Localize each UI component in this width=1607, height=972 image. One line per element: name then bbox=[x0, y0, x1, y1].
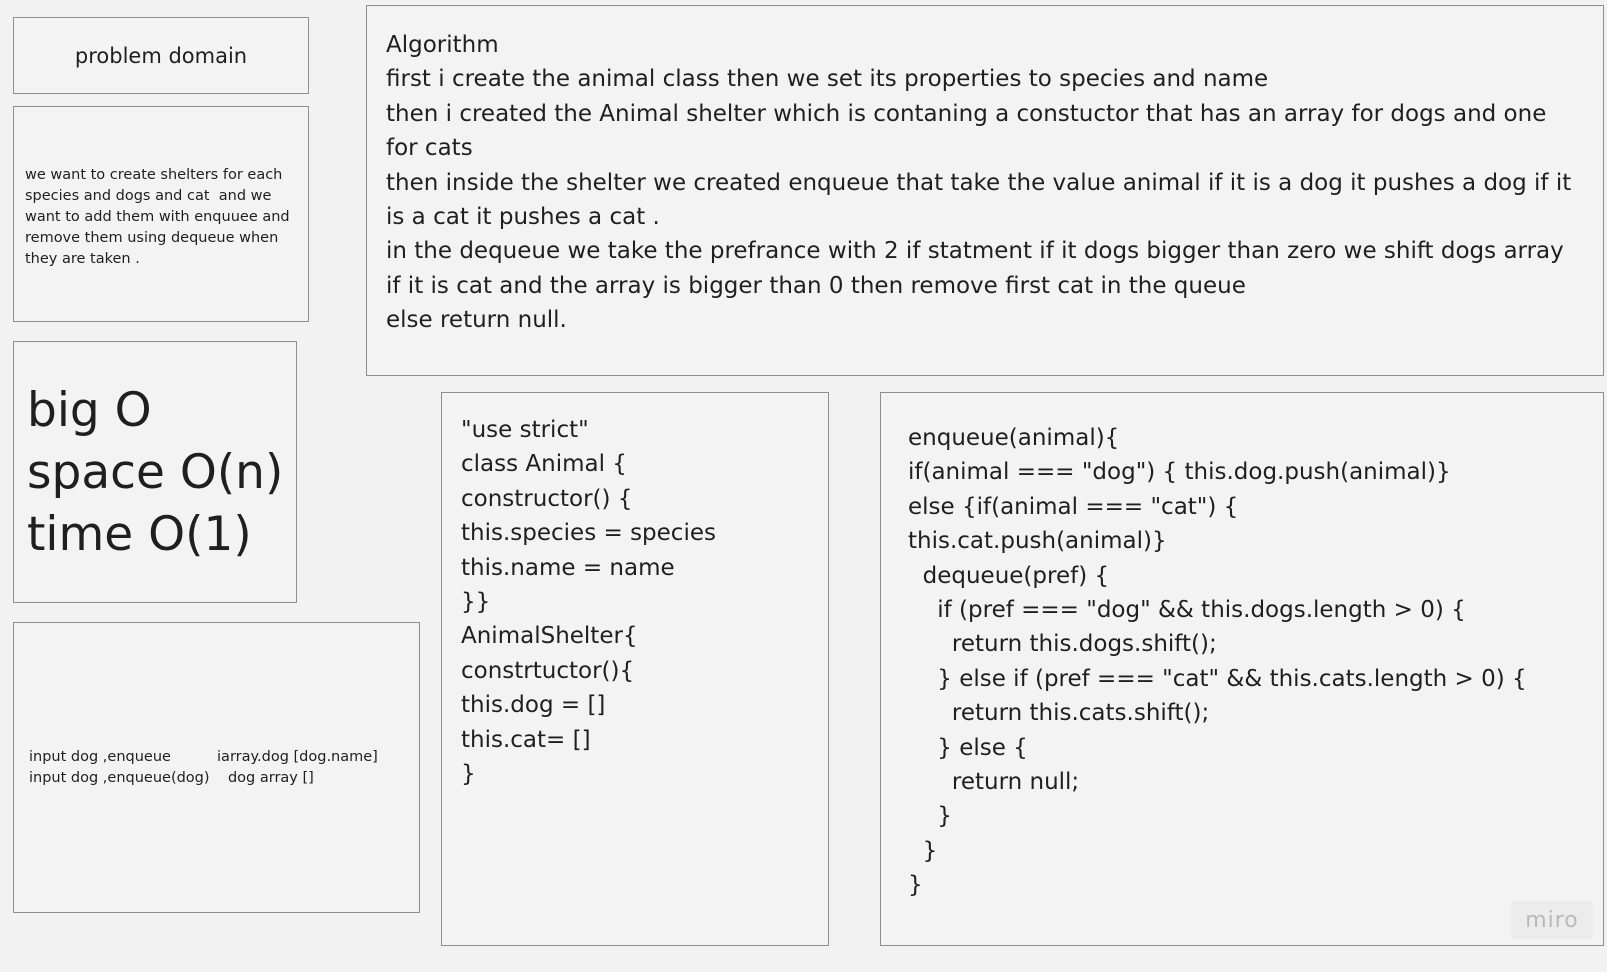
big-o-heading: big O bbox=[27, 383, 152, 438]
code-line: AnimalShelter{ bbox=[461, 623, 638, 650]
code-line: this.dog = [] bbox=[461, 692, 606, 719]
code-line: constructor() { bbox=[461, 485, 633, 512]
code-line: } else { bbox=[908, 734, 1028, 761]
code-line: else {if(animal === "cat") { bbox=[908, 493, 1239, 520]
code-line: if(animal === "dog") { this.dog.push(ani… bbox=[908, 459, 1451, 486]
description-line: they are taken . bbox=[25, 251, 140, 267]
code-line: this.cat= [] bbox=[461, 726, 591, 753]
algorithm-line: in the dequeue we take the prefrance wit… bbox=[386, 238, 1564, 265]
code-line: } else if (pref === "cat" && this.cats.l… bbox=[908, 665, 1527, 692]
algorithm-line: if it is cat and the array is bigger tha… bbox=[386, 272, 1246, 299]
problem-domain-card[interactable]: problem domain bbox=[13, 17, 309, 94]
io-line: input dog ,enqueue iarray.dog [dog.name] bbox=[29, 749, 378, 765]
code-line: } bbox=[908, 837, 938, 864]
miro-logo: miro bbox=[1511, 901, 1593, 939]
code-line: if (pref === "dog" && this.dogs.length >… bbox=[908, 597, 1466, 624]
code-line: return this.cats.shift(); bbox=[908, 700, 1210, 727]
algorithm-line: first i create the animal class then we … bbox=[386, 66, 1269, 93]
space-complexity: space O(n) bbox=[27, 445, 284, 500]
code-line: return this.dogs.shift(); bbox=[908, 631, 1217, 658]
big-o-card[interactable]: big O space O(n) time O(1) bbox=[13, 341, 297, 603]
code-line: this.cat.push(animal)} bbox=[908, 528, 1167, 555]
input-output-card[interactable]: input dog ,enqueue iarray.dog [dog.name]… bbox=[13, 622, 420, 913]
code-line: class Animal { bbox=[461, 451, 627, 478]
class-code-card[interactable]: "use strict" class Animal { constructor(… bbox=[441, 392, 829, 946]
code-line: return null; bbox=[908, 769, 1080, 796]
algorithm-line: is a cat it pushes a cat . bbox=[386, 204, 660, 231]
io-line: input dog ,enqueue(dog) dog array [] bbox=[29, 770, 314, 786]
time-complexity: time O(1) bbox=[27, 507, 252, 562]
algorithm-card[interactable]: Algorithm first i create the animal clas… bbox=[366, 5, 1604, 376]
description-line: species and dogs and cat and we bbox=[25, 188, 272, 204]
algorithm-line: else return null. bbox=[386, 307, 567, 334]
algorithm-line: then inside the shelter we created enque… bbox=[386, 169, 1572, 196]
description-line: we want to create shelters for each bbox=[25, 167, 283, 183]
code-line: dequeue(pref) { bbox=[908, 562, 1110, 589]
code-line: constrtuctor(){ bbox=[461, 657, 635, 684]
problem-domain-title: problem domain bbox=[74, 43, 248, 68]
code-line: this.species = species bbox=[461, 520, 716, 547]
description-line: want to add them with enquuee and bbox=[25, 209, 290, 225]
code-line: this.name = name bbox=[461, 554, 675, 581]
algorithm-line: for cats bbox=[386, 135, 473, 162]
code-line: } bbox=[908, 872, 923, 899]
miro-logo-text: miro bbox=[1525, 907, 1579, 933]
code-line: } bbox=[461, 761, 476, 788]
queue-code-card[interactable]: enqueue(animal){ if(animal === "dog") { … bbox=[880, 392, 1604, 946]
description-card[interactable]: we want to create shelters for each spec… bbox=[13, 106, 309, 322]
code-line: }} bbox=[461, 589, 491, 616]
code-line: "use strict" bbox=[461, 417, 589, 443]
code-line: } bbox=[908, 803, 952, 830]
description-line: remove them using dequeue when bbox=[25, 230, 279, 246]
code-line: enqueue(animal){ bbox=[908, 425, 1120, 451]
algorithm-heading: Algorithm bbox=[386, 32, 499, 58]
algorithm-line: then i created the Animal shelter which … bbox=[386, 100, 1547, 127]
